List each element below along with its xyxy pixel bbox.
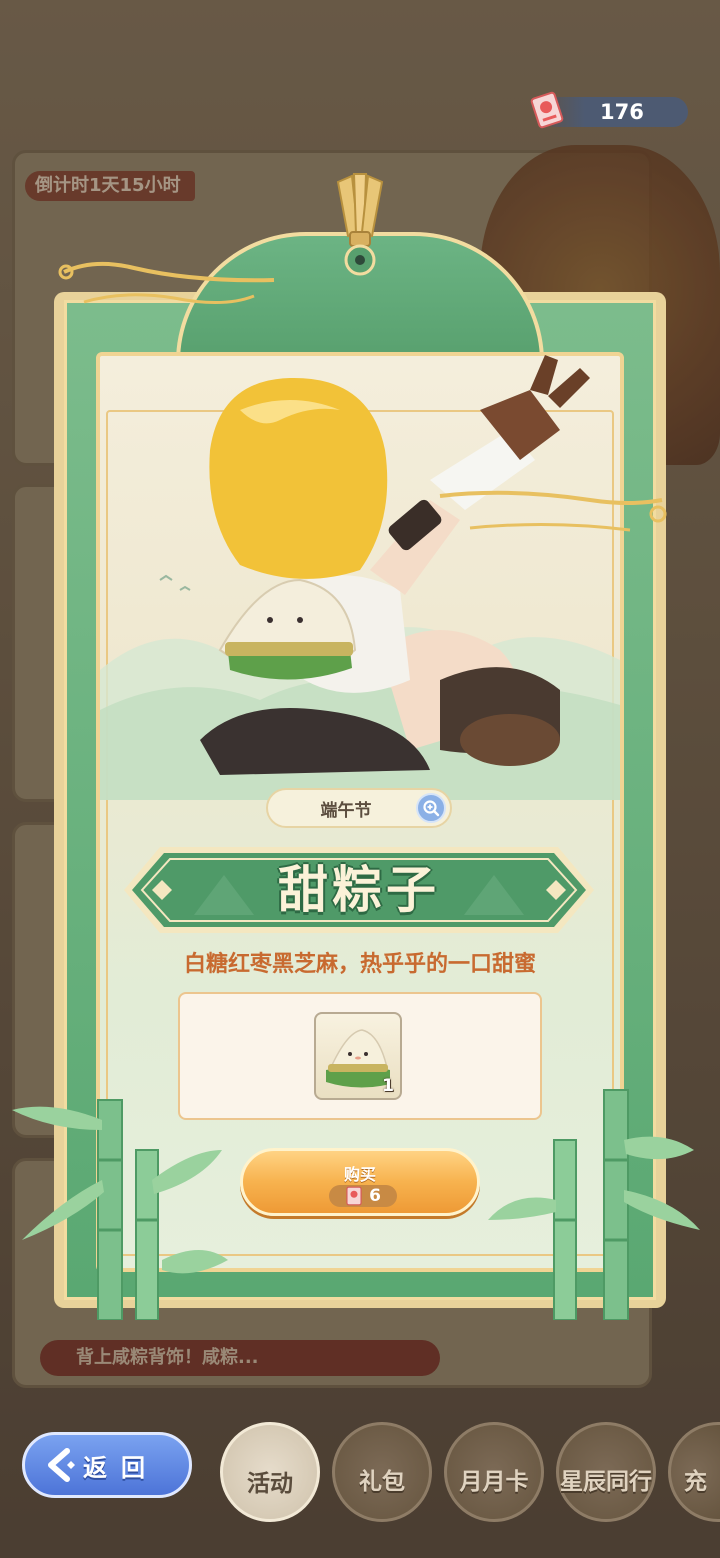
bamboo-tassel-ornament [336, 173, 384, 276]
tab-star-companion-label: 星辰同行 [560, 1469, 652, 1495]
buy-button-label: 购买 [343, 1165, 376, 1184]
tab-activity-label: 活动 [247, 1471, 293, 1497]
tab-gift-label: 礼包 [359, 1469, 405, 1495]
back-button-label: 返回 [83, 1453, 159, 1482]
item-description: 白糖红枣黑芝麻，热乎乎的一口甜蜜 [183, 952, 536, 977]
reward-count: 1 [382, 1076, 394, 1096]
currency-display: 176 [530, 91, 688, 129]
zoom-button[interactable] [416, 793, 446, 823]
back-button[interactable]: 返回 [22, 1432, 192, 1498]
reward-item-slot[interactable]: 1 [314, 1012, 402, 1100]
buy-price: 6 [329, 1185, 397, 1207]
gold-cloud-swirl [58, 261, 275, 304]
ticket-icon [346, 1186, 362, 1206]
magnifier-plus-icon [423, 800, 440, 817]
buy-button[interactable]: 购买 6 [240, 1148, 480, 1216]
festival-tag: 端午节 [266, 788, 452, 828]
bamboo-decoration-right [488, 1089, 700, 1320]
festival-tag-label: 端午节 [320, 800, 372, 821]
item-name: 甜粽子 [278, 861, 440, 919]
gold-cloud-swirl [439, 490, 667, 532]
tab-monthly-card-label: 月月卡 [459, 1469, 529, 1495]
currency-value: 176 [600, 100, 644, 124]
buy-price-value: 6 [369, 1186, 381, 1206]
tab-recharge-label: 充 [684, 1469, 707, 1495]
bamboo-decoration-left [12, 1099, 228, 1320]
chevron-left-icon [48, 1448, 75, 1482]
character-artwork [200, 355, 590, 775]
